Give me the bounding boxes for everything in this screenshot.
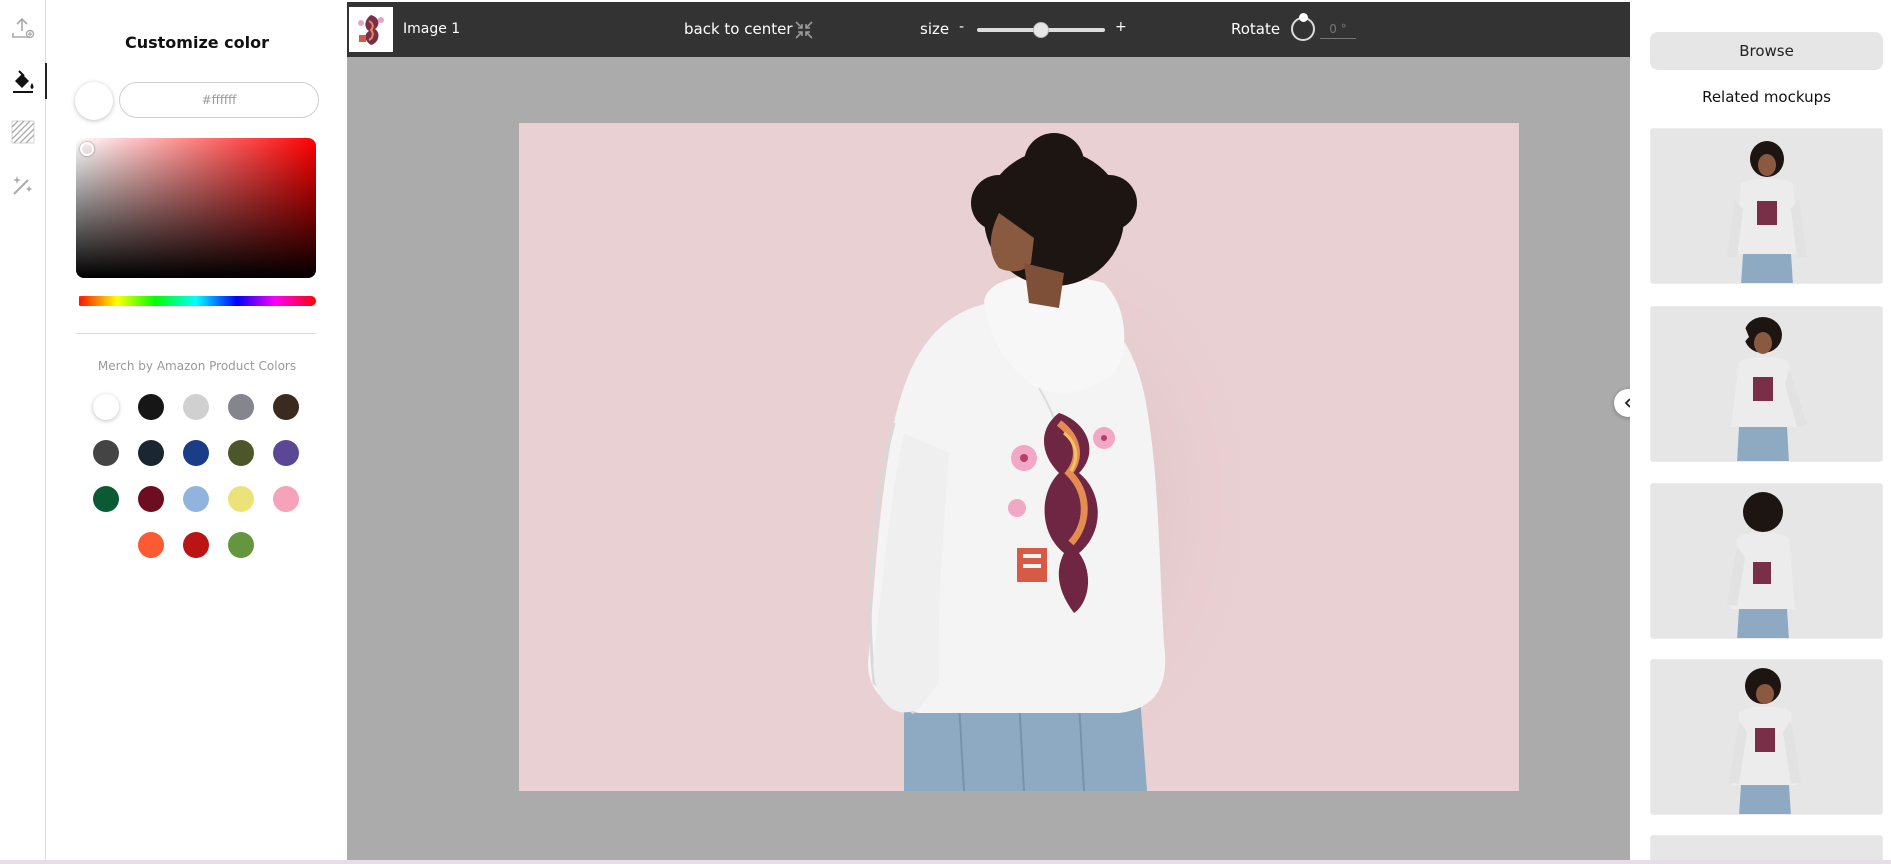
magic-edit-tool[interactable]: [0, 163, 46, 207]
size-slider-knob[interactable]: [1033, 22, 1049, 38]
image-thumbnail[interactable]: [349, 7, 393, 52]
hue-handle[interactable]: [76, 295, 79, 307]
mockup-back-view-image: [1727, 492, 1819, 638]
magic-wand-icon: [13, 176, 32, 195]
color-swatch[interactable]: [273, 486, 299, 512]
color-swatch[interactable]: [93, 440, 119, 466]
hue-slider[interactable]: [76, 295, 316, 307]
size-slider[interactable]: [977, 22, 1105, 38]
editor-toolbar: Image 1 back to center size - + Rotate: [347, 2, 1630, 57]
color-swatch[interactable]: [183, 486, 209, 512]
hoodie-model-photo: [868, 133, 1279, 791]
color-swatch[interactable]: [138, 394, 164, 420]
rotate-dial-handle[interactable]: [1299, 13, 1308, 22]
color-swatch[interactable]: [228, 532, 254, 558]
customize-color-panel: Customize color Merch by Amazon Product …: [47, 0, 347, 860]
color-swatch[interactable]: [93, 394, 119, 420]
color-swatch[interactable]: [228, 486, 254, 512]
mockup-thumbnail-front-pose[interactable]: [1650, 128, 1883, 284]
rotate-angle-input[interactable]: [1320, 19, 1356, 39]
mockup-front-pose-image: [1727, 141, 1807, 283]
color-swatch[interactable]: [183, 394, 209, 420]
center-arrows-icon[interactable]: [793, 19, 815, 41]
size-decrease-button[interactable]: -: [959, 19, 964, 35]
tool-rail: [0, 0, 47, 860]
design-thumbnail-icon: [353, 10, 389, 49]
mockup-stage[interactable]: [519, 123, 1519, 791]
upload-image-icon: [12, 17, 35, 39]
color-swatch[interactable]: [228, 440, 254, 466]
current-color-swatch[interactable]: [75, 82, 113, 120]
saturation-handle[interactable]: [80, 142, 94, 156]
pattern-tool[interactable]: [0, 110, 46, 154]
product-color-swatches: [76, 394, 316, 558]
divider: [76, 333, 316, 334]
pattern-icon: [11, 120, 35, 144]
mockup-thumbnail-laughing-pose[interactable]: [1650, 659, 1883, 815]
size-label: size: [920, 20, 950, 38]
paint-bucket-icon: [13, 70, 34, 93]
fill-color-tool[interactable]: [0, 59, 47, 103]
rotate-label: Rotate: [1231, 20, 1281, 38]
related-mockups-panel: Browse Related mockups: [1630, 0, 1891, 864]
color-swatch[interactable]: [183, 532, 209, 558]
color-swatch[interactable]: [138, 440, 164, 466]
size-increase-button[interactable]: +: [1115, 19, 1127, 35]
color-swatch[interactable]: [273, 394, 299, 420]
editor-canvas: [347, 57, 1630, 860]
palette-title: Merch by Amazon Product Colors: [97, 359, 297, 373]
color-swatch[interactable]: [93, 486, 119, 512]
rotate-dial[interactable]: [1291, 13, 1315, 41]
browse-button[interactable]: Browse: [1650, 32, 1883, 70]
color-swatch[interactable]: [183, 440, 209, 466]
mockup-thumbnail-hand-in-hair[interactable]: [1650, 306, 1883, 462]
saturation-picker[interactable]: [76, 138, 316, 278]
color-swatch[interactable]: [273, 440, 299, 466]
panel-title: Customize color: [124, 33, 270, 52]
mockup-laughing-pose-image: [1729, 668, 1801, 814]
hex-color-input[interactable]: [119, 82, 319, 118]
related-mockups-title: Related mockups: [1702, 88, 1831, 106]
back-to-center-label[interactable]: back to center: [684, 20, 793, 38]
mockup-thumbnail-back-view[interactable]: [1650, 483, 1883, 639]
mockup-hand-in-hair-image: [1724, 317, 1807, 461]
color-swatch[interactable]: [228, 394, 254, 420]
bottom-strip: [0, 860, 1891, 864]
image-name: Image 1: [403, 21, 461, 37]
upload-image-tool[interactable]: [0, 6, 46, 50]
color-swatch[interactable]: [138, 486, 164, 512]
color-swatch[interactable]: [138, 532, 164, 558]
